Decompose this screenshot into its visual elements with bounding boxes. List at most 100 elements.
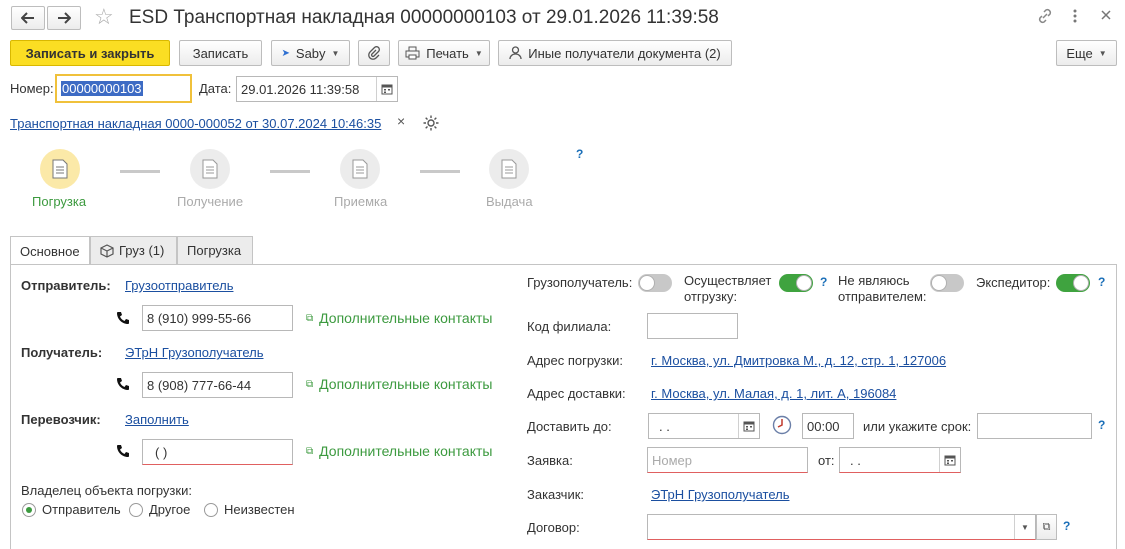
calendar-icon[interactable] xyxy=(376,77,397,101)
tab-loading[interactable]: Погрузка xyxy=(177,236,253,264)
branch-code-input[interactable] xyxy=(647,313,738,339)
sender-phone-input[interactable]: 8 (910) 999-55-66 xyxy=(142,305,293,331)
arrow-left-icon xyxy=(21,12,34,24)
date-label: Дата: xyxy=(199,81,232,96)
term-label: или укажите срок: xyxy=(863,419,972,434)
stage-receipt-circle[interactable] xyxy=(190,149,230,189)
date-input[interactable]: 29.01.2026 11:39:58 xyxy=(236,76,398,102)
external-link-icon: ⧉ xyxy=(306,312,314,324)
attach-button[interactable] xyxy=(358,40,390,66)
stage-receipt-label: Получение xyxy=(177,194,244,209)
number-input[interactable]: 00000000103 xyxy=(55,74,192,103)
document-icon xyxy=(501,159,517,179)
term-help-icon[interactable]: ? xyxy=(1098,418,1105,432)
request-date-input[interactable]: . . xyxy=(839,447,961,473)
printer-icon xyxy=(405,46,420,60)
calendar-icon[interactable] xyxy=(939,448,960,472)
ships-help-icon[interactable]: ? xyxy=(820,275,827,289)
paperclip-icon xyxy=(368,46,380,60)
forwarder-help-icon[interactable]: ? xyxy=(1098,275,1105,289)
tab-cargo[interactable]: Груз (1) xyxy=(90,236,177,264)
saby-logo-icon: ➤ xyxy=(281,47,290,59)
deliver-by-time-input[interactable]: 00:00 xyxy=(802,413,854,439)
stage-acceptance-label: Приемка xyxy=(334,194,388,209)
gear-icon[interactable] xyxy=(422,114,440,135)
recipient-label: Получатель: xyxy=(21,345,103,360)
contract-open-button[interactable]: ⧉ xyxy=(1036,514,1057,540)
owner-radio-other[interactable]: Другое xyxy=(129,502,190,517)
saby-menu-button[interactable]: ➤ Saby ▼ xyxy=(271,40,350,66)
owner-radio-unknown[interactable]: Неизвестен xyxy=(204,502,295,517)
print-menu-button[interactable]: Печать ▼ xyxy=(398,40,490,66)
calendar-icon[interactable] xyxy=(738,414,759,438)
chevron-down-icon[interactable]: ▼ xyxy=(1014,515,1035,539)
carrier-label: Перевозчик: xyxy=(21,412,101,427)
back-button[interactable] xyxy=(11,6,45,30)
phone-icon xyxy=(116,311,130,328)
stage-acceptance-circle[interactable] xyxy=(340,149,380,189)
ships-label-1: Осуществляет xyxy=(684,273,772,288)
customer-link[interactable]: ЭТрН Грузополучатель xyxy=(651,487,789,502)
base-document-link[interactable]: Транспортная накладная 0000-000052 от 30… xyxy=(10,116,381,131)
sender-link[interactable]: Грузоотправитель xyxy=(125,278,233,293)
stage-loading-circle[interactable] xyxy=(40,149,80,189)
tab-main[interactable]: Основное xyxy=(10,236,90,265)
load-address-link[interactable]: г. Москва, ул. Дмитровка М., д. 12, стр.… xyxy=(651,353,946,368)
stage-loading-label: Погрузка xyxy=(32,194,87,209)
consignee-toggle[interactable] xyxy=(638,274,672,292)
recipient-link[interactable]: ЭТрН Грузополучатель xyxy=(125,345,263,360)
clear-base-document-button[interactable]: × xyxy=(397,113,405,129)
person-icon xyxy=(509,46,522,60)
chevron-down-icon: ▼ xyxy=(331,48,340,58)
arrow-right-icon xyxy=(58,12,71,24)
phone-icon xyxy=(116,377,130,394)
chevron-down-icon: ▼ xyxy=(1098,48,1107,58)
ships-label-2: отгрузку: xyxy=(684,289,738,304)
from-label: от: xyxy=(818,453,835,468)
stages-help-icon[interactable]: ? xyxy=(576,147,583,161)
close-icon[interactable] xyxy=(1100,9,1112,24)
favorite-star-icon[interactable]: ☆ xyxy=(94,5,114,29)
write-button[interactable]: Записать xyxy=(179,40,262,66)
open-form-icon: ⧉ xyxy=(1042,520,1051,533)
kebab-menu-icon[interactable] xyxy=(1072,8,1078,27)
carrier-link[interactable]: Заполнить xyxy=(125,412,189,427)
other-recipients-button[interactable]: Иные получатели документа (2) xyxy=(498,40,732,66)
contract-select[interactable]: ▼ xyxy=(647,514,1036,540)
external-link-icon: ⧉ xyxy=(306,445,314,457)
recipient-extra-contacts-link[interactable]: ⧉ Дополнительные контакты xyxy=(306,376,492,392)
owner-radio-sender[interactable]: Отправитель xyxy=(22,502,121,517)
sender-extra-contacts-link[interactable]: ⧉ Дополнительные контакты xyxy=(306,310,492,326)
document-icon xyxy=(202,159,218,179)
recipient-phone-input[interactable]: 8 (908) 777-66-44 xyxy=(142,372,293,398)
write-and-close-button[interactable]: Записать и закрыть xyxy=(10,40,170,66)
window-title: ESD Транспортная накладная 00000000103 о… xyxy=(129,7,719,28)
radio-icon xyxy=(129,502,143,517)
delivery-address-link[interactable]: г. Москва, ул. Малая, д. 1, лит. А, 1960… xyxy=(651,386,896,401)
stage-issue-circle[interactable] xyxy=(489,149,529,189)
ships-toggle[interactable] xyxy=(779,274,813,292)
not-sender-label-2: отправителем: xyxy=(838,289,927,304)
load-address-label: Адрес погрузки: xyxy=(527,353,623,368)
carrier-extra-contacts-link[interactable]: ⧉ Дополнительные контакты xyxy=(306,443,492,459)
chevron-down-icon: ▼ xyxy=(474,48,483,58)
box-icon xyxy=(100,243,114,258)
clock-icon[interactable] xyxy=(772,415,792,438)
not-sender-toggle[interactable] xyxy=(930,274,964,292)
phone-icon xyxy=(116,444,130,461)
delivery-address-label: Адрес доставки: xyxy=(527,386,626,401)
carrier-phone-input[interactable]: ( ) xyxy=(142,439,293,465)
stage-connector xyxy=(120,170,160,173)
forward-button[interactable] xyxy=(47,6,81,30)
more-menu-button[interactable]: Еще ▼ xyxy=(1056,40,1117,66)
contract-help-icon[interactable]: ? xyxy=(1063,519,1070,533)
term-input[interactable] xyxy=(977,413,1092,439)
deliver-by-date-input[interactable]: . . xyxy=(648,413,760,439)
link-icon[interactable] xyxy=(1037,8,1053,27)
forwarder-toggle[interactable] xyxy=(1056,274,1090,292)
stage-issue-label: Выдача xyxy=(486,194,533,209)
customer-label: Заказчик: xyxy=(527,487,585,502)
radio-icon xyxy=(204,502,218,517)
request-number-input[interactable]: Номер xyxy=(647,447,808,473)
owner-label: Владелец объекта погрузки: xyxy=(21,483,192,498)
